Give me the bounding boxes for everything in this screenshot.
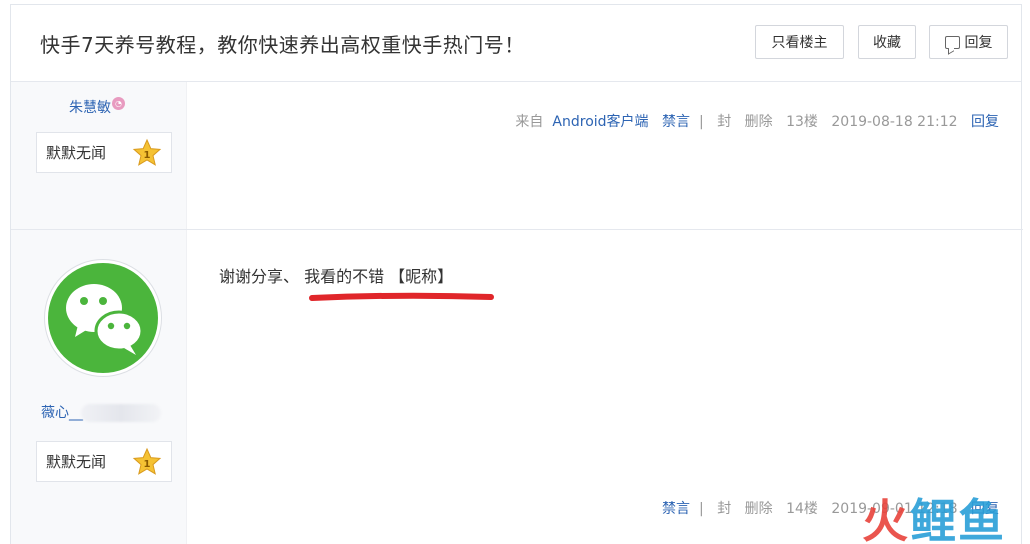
ban-link[interactable]: 禁言 xyxy=(662,114,690,130)
post-meta-13: 来自 Android客户端 禁言 | 封 删除 13楼 2019-08-18 21:… xyxy=(515,114,999,130)
author-column: 朱慧敏 ◔ 默默无闻 1 薇心__ 默默无闻 1 xyxy=(11,82,187,544)
user-level-badge[interactable]: 默默无闻 1 xyxy=(36,132,172,173)
username[interactable]: 朱慧敏 xyxy=(69,100,111,116)
block-link[interactable]: 封 xyxy=(717,114,731,130)
post-source: 来自 Android客户端 xyxy=(515,114,649,130)
level-star-icon: 1 xyxy=(132,138,162,166)
thread-title: 快手7天养号教程，教你快速养出高权重快手热门号！ xyxy=(40,33,525,57)
post-author-1[interactable]: 朱慧敏 ◔ xyxy=(69,97,125,117)
delete-link[interactable]: 删除 xyxy=(745,114,773,130)
reply-button[interactable]: 回复 xyxy=(929,25,1008,59)
level-name: 默默无闻 xyxy=(46,453,107,471)
thread-frame: 快手7天养号教程，教你快速养出高权重快手热门号！ 只看楼主 收藏 回复 朱慧敏 ◔… xyxy=(10,4,1023,544)
floor-number: 13楼 xyxy=(786,114,818,130)
only-op-button[interactable]: 只看楼主 xyxy=(755,25,844,59)
delete-link[interactable]: 删除 xyxy=(745,501,773,517)
wechat-avatar-icon xyxy=(48,263,158,373)
collect-button[interactable]: 收藏 xyxy=(858,25,916,59)
vip-icon: ◔ xyxy=(112,97,125,110)
username[interactable]: 薇心__ xyxy=(41,405,83,421)
post-time: 2019-08-18 21:12 xyxy=(831,114,958,130)
watermark-logo: 火鲤鱼 xyxy=(862,494,1006,544)
level-name: 默默无闻 xyxy=(46,144,107,162)
reply-icon xyxy=(944,35,960,49)
post-divider xyxy=(11,229,1023,230)
blurred-name xyxy=(81,404,161,422)
reply-button-label: 回复 xyxy=(964,35,993,51)
post-reply-link[interactable]: 回复 xyxy=(971,114,999,130)
level-number: 1 xyxy=(144,150,151,161)
floor-number: 14楼 xyxy=(786,501,818,517)
block-link[interactable]: 封 xyxy=(717,501,731,517)
ban-link[interactable]: 禁言 xyxy=(662,501,690,517)
red-underline-mark xyxy=(309,292,494,301)
avatar[interactable] xyxy=(44,259,162,377)
post-author-2[interactable]: 薇心__ xyxy=(41,402,161,422)
thread-header: 快手7天养号教程，教你快速养出高权重快手热门号！ 只看楼主 收藏 回复 xyxy=(11,5,1021,82)
user-level-badge[interactable]: 默默无闻 1 xyxy=(36,441,172,482)
post-content: 谢谢分享、 我看的不错 【昵称】 xyxy=(219,267,454,286)
level-star-icon: 1 xyxy=(132,447,162,475)
source-link[interactable]: Android客户端 xyxy=(552,114,648,130)
level-number: 1 xyxy=(144,459,151,470)
